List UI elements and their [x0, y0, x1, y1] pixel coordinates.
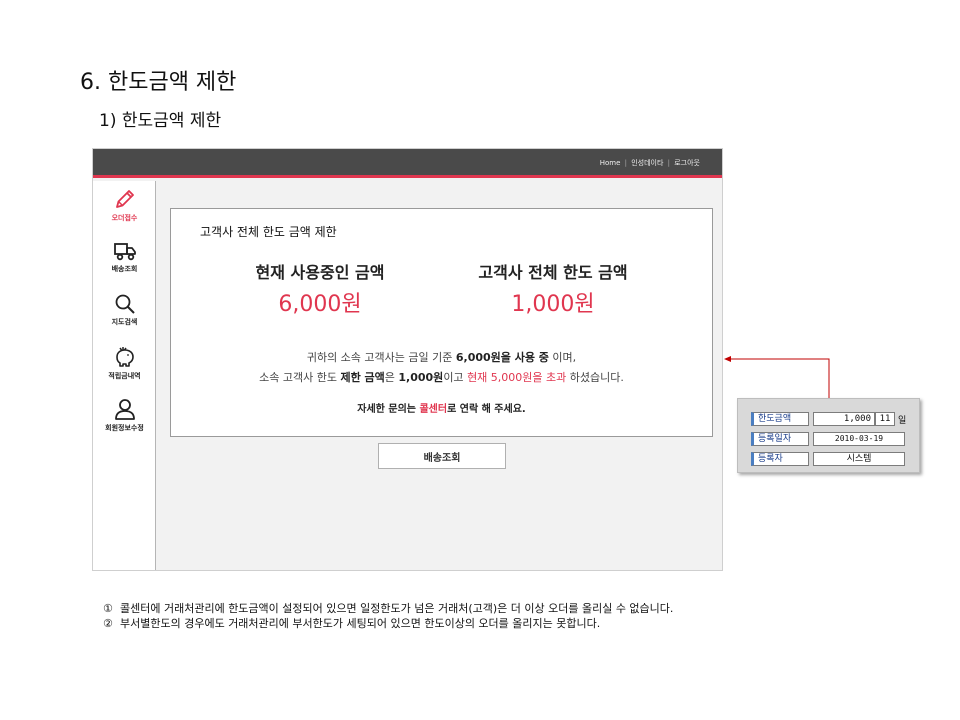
message-text: 소속 고객사 한도	[259, 371, 341, 384]
current-amount-label: 현재 사용중인 금액	[255, 263, 385, 282]
message-text: 로 연락 해 주세요.	[447, 404, 526, 415]
registrant-field[interactable]: 시스템	[813, 452, 905, 466]
slide-subtitle: 1) 한도금액 제한	[99, 111, 222, 131]
sidebar-item-map-search[interactable]: 지도검색	[93, 293, 156, 327]
main-content: 고객사 전체 한도 금액 제한 현재 사용중인 금액 6,000원 고객사 전체…	[157, 181, 722, 570]
logout-link[interactable]: 로그아웃	[674, 159, 700, 167]
registrant-field-label: 등록자	[751, 452, 809, 466]
note-number: ①	[103, 602, 113, 615]
message-bold: 제한 금액	[340, 371, 385, 384]
sidebar-item-label: 적립금내역	[108, 372, 141, 380]
message-highlight: 현재 5,000원을 초과	[467, 371, 567, 384]
sidebar: 오더접수 배송조회 지도검색 적립금내역 회원정보수정	[93, 181, 156, 570]
top-nav: Home | 인성데이타 | 로그아웃	[600, 158, 700, 168]
sidebar-item-label: 회원정보수정	[105, 424, 144, 432]
usage-message: 귀하의 소속 고객사는 금일 기준 6,000원을 사용 중 이며,	[171, 349, 712, 365]
limit-amount-value: 1,000원	[511, 292, 595, 317]
company-link[interactable]: 인성데이타	[631, 159, 663, 167]
pencil-icon	[115, 190, 134, 208]
message-text: 귀하의 소속 고객사는 금일 기준	[306, 351, 456, 364]
message-text: 하셨습니다.	[566, 371, 624, 384]
reg-date-field[interactable]: 2010-03-19	[813, 432, 905, 446]
call-center-highlight: 콜센터	[419, 404, 448, 415]
message-text: 이고	[443, 371, 468, 384]
limit-notice-box: 고객사 전체 한도 금액 제한 현재 사용중인 금액 6,000원 고객사 전체…	[170, 208, 713, 437]
sidebar-item-member-info[interactable]: 회원정보수정	[93, 397, 156, 433]
message-bold: 1,000원	[398, 371, 444, 384]
truck-icon	[113, 243, 136, 261]
current-amount-value: 6,000원	[278, 292, 362, 317]
slide-title: 6. 한도금액 제한	[80, 70, 237, 95]
days-unit-label: 일	[898, 416, 907, 426]
message-text: 이며,	[548, 351, 577, 364]
contact-message: 자세한 문의는 콜센터로 연락 해 주세요.	[171, 400, 712, 415]
limit-settings-inset: 한도금액 1,000 11 일 등록일자 2010-03-19 등록자 시스템	[737, 398, 920, 473]
app-window: Home | 인성데이타 | 로그아웃 오더접수 배송조회 지도검색 적립금내역…	[92, 148, 723, 571]
sidebar-item-label: 지도검색	[111, 318, 138, 326]
sidebar-item-delivery[interactable]: 배송조회	[93, 240, 156, 274]
notice-title: 고객사 전체 한도 금액 제한	[200, 225, 337, 239]
nav-separator: |	[667, 159, 670, 167]
limit-exceeded-message: 소속 고객사 한도 제한 금액은 1,000원이고 현재 5,000원을 초과 …	[171, 369, 712, 385]
note-item: ② 부서별한도의 경우에도 거래처관리에 부서한도가 세팅되어 있으면 한도이상…	[103, 616, 803, 631]
delivery-inquiry-button[interactable]: 배송조회	[378, 443, 506, 469]
note-number: ②	[103, 617, 113, 630]
message-text: 은	[384, 371, 399, 384]
sidebar-item-order[interactable]: 오더접수	[93, 187, 156, 223]
limit-days-field[interactable]: 11	[875, 412, 895, 426]
notes-list: ① 콜센터에 거래처관리에 한도금액이 설정되어 있으면 일정한도가 넘은 거래…	[103, 601, 803, 631]
note-text: 부서별한도의 경우에도 거래처관리에 부서한도가 세팅되어 있으면 한도이상의 …	[120, 617, 601, 630]
message-text: 자세한 문의는	[357, 404, 420, 415]
note-item: ① 콜센터에 거래처관리에 한도금액이 설정되어 있으면 일정한도가 넘은 거래…	[103, 601, 803, 616]
reg-date-field-label: 등록일자	[751, 432, 809, 446]
limit-amount-field[interactable]: 1,000	[813, 412, 875, 426]
top-bar: Home | 인성데이타 | 로그아웃	[93, 149, 722, 178]
limit-amount-field-label: 한도금액	[751, 412, 809, 426]
note-text: 콜센터에 거래처관리에 한도금액이 설정되어 있으면 일정한도가 넘은 거래처(…	[120, 602, 674, 615]
home-link[interactable]: Home	[600, 159, 621, 167]
user-icon	[114, 399, 135, 420]
sidebar-item-points[interactable]: 적립금내역	[93, 345, 156, 381]
piggy-bank-icon	[115, 347, 134, 367]
search-icon	[115, 294, 135, 314]
nav-separator: |	[624, 159, 627, 167]
limit-amount-label: 고객사 전체 한도 금액	[478, 263, 628, 282]
sidebar-item-label: 오더접수	[111, 214, 138, 222]
message-bold: 6,000원을 사용 중	[455, 351, 549, 364]
sidebar-item-label: 배송조회	[111, 265, 138, 273]
